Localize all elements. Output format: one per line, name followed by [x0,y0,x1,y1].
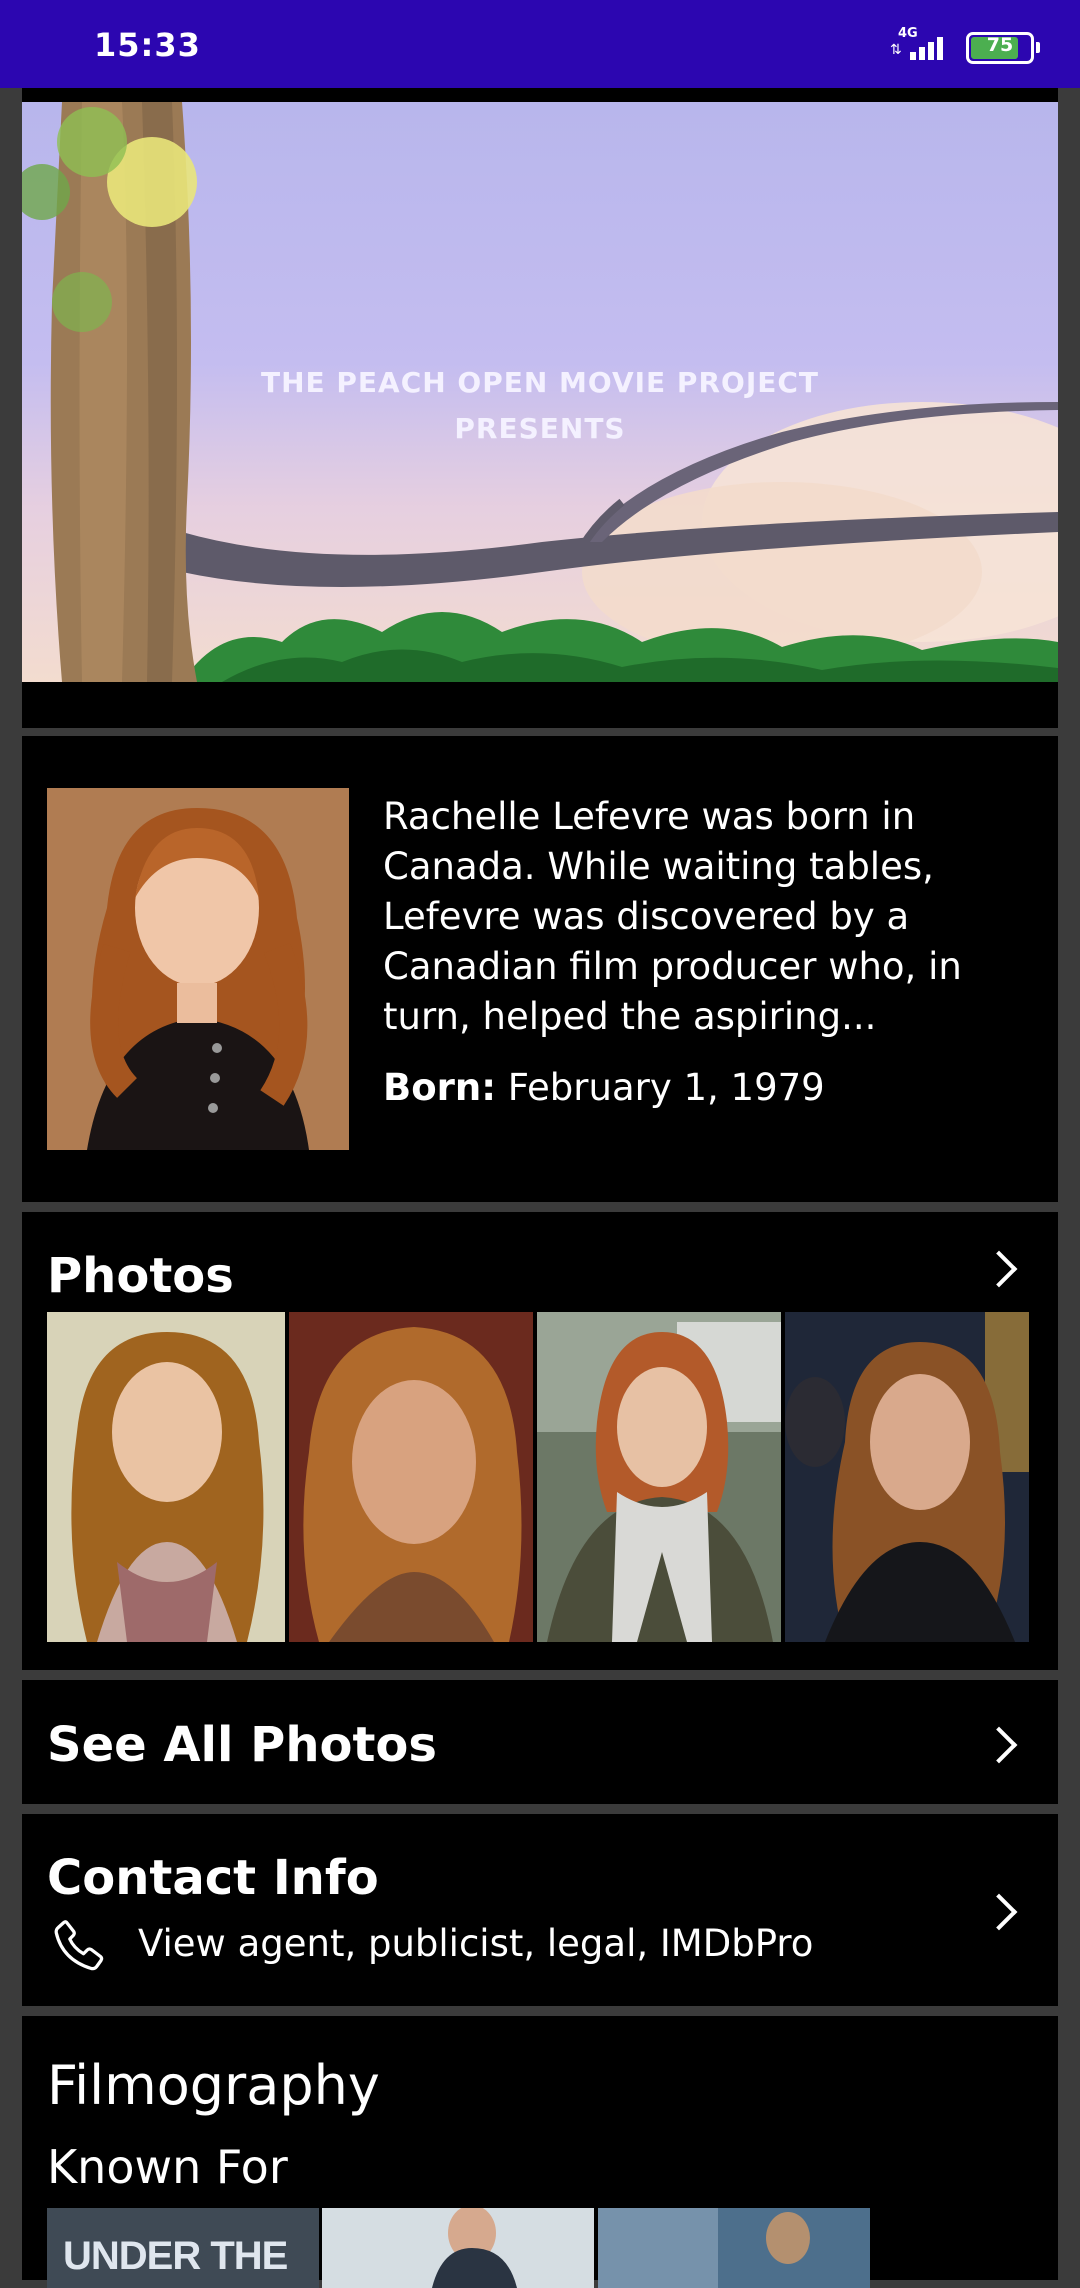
bio-text[interactable]: Rachelle Lefevre was born in Canada. Whi… [383,792,1033,1042]
known-for-poster[interactable] [598,2208,870,2288]
known-for-poster[interactable]: UNDER THE [47,2208,319,2288]
phone-icon [54,1920,104,1971]
trailer-video[interactable]: THE PEACH OPEN MOVIE PROJECT PRESENTS [22,102,1058,682]
contact-info-heading[interactable]: Contact Info [47,1850,379,1906]
photos-heading[interactable]: Photos [47,1248,234,1304]
photos-card: Photos [22,1212,1058,1670]
photo-thumbnail[interactable] [47,1312,285,1642]
status-time: 15:33 [94,26,201,64]
battery-icon: 75 [966,32,1040,64]
photo-thumbnail[interactable] [785,1312,1029,1642]
born-label: Born: [383,1066,497,1109]
photos-chevron-right-icon[interactable] [980,1250,1018,1288]
profile-photo[interactable] [47,788,349,1150]
photos-strip[interactable] [47,1312,1029,1642]
birth-info: Born: February 1, 1979 [383,1066,825,1109]
photo-thumbnail[interactable] [537,1312,781,1642]
see-all-photos-label[interactable]: See All Photos [47,1717,437,1773]
battery-level: 75 [986,34,1014,56]
filmography-card: Filmography Known For UNDER THE [22,2016,1058,2288]
see-all-photos-row[interactable]: See All Photos [22,1680,1058,1804]
known-for-heading: Known For [47,2140,288,2194]
photo-thumbnail[interactable] [289,1312,533,1642]
known-for-poster[interactable] [322,2208,594,2288]
data-arrows-icon: ⇅ [890,42,902,58]
caption-line-1: THE PEACH OPEN MOVIE PROJECT [260,366,820,399]
filmography-heading: Filmography [47,2054,380,2117]
poster-title-text: UNDER THE [63,2234,288,2278]
status-bar: 15:33 4G ⇅ 75 [0,0,1080,88]
contact-info-row[interactable]: Contact Info View agent, publicist, lega… [22,1814,1058,2006]
bio-card[interactable]: Rachelle Lefevre was born in Canada. Whi… [22,736,1058,1202]
caption-line-2: PRESENTS [454,412,626,445]
contact-info-subtitle[interactable]: View agent, publicist, legal, IMDbPro [138,1922,813,1965]
contact-chevron-right-icon[interactable] [980,1893,1018,1931]
born-date: February 1, 1979 [507,1066,825,1109]
trailer-caption: THE PEACH OPEN MOVIE PROJECT PRESENTS [22,360,1058,452]
signal-icon [910,30,950,60]
see-all-chevron-right-icon[interactable] [980,1726,1018,1764]
trailer-card[interactable]: THE PEACH OPEN MOVIE PROJECT PRESENTS [22,88,1058,728]
